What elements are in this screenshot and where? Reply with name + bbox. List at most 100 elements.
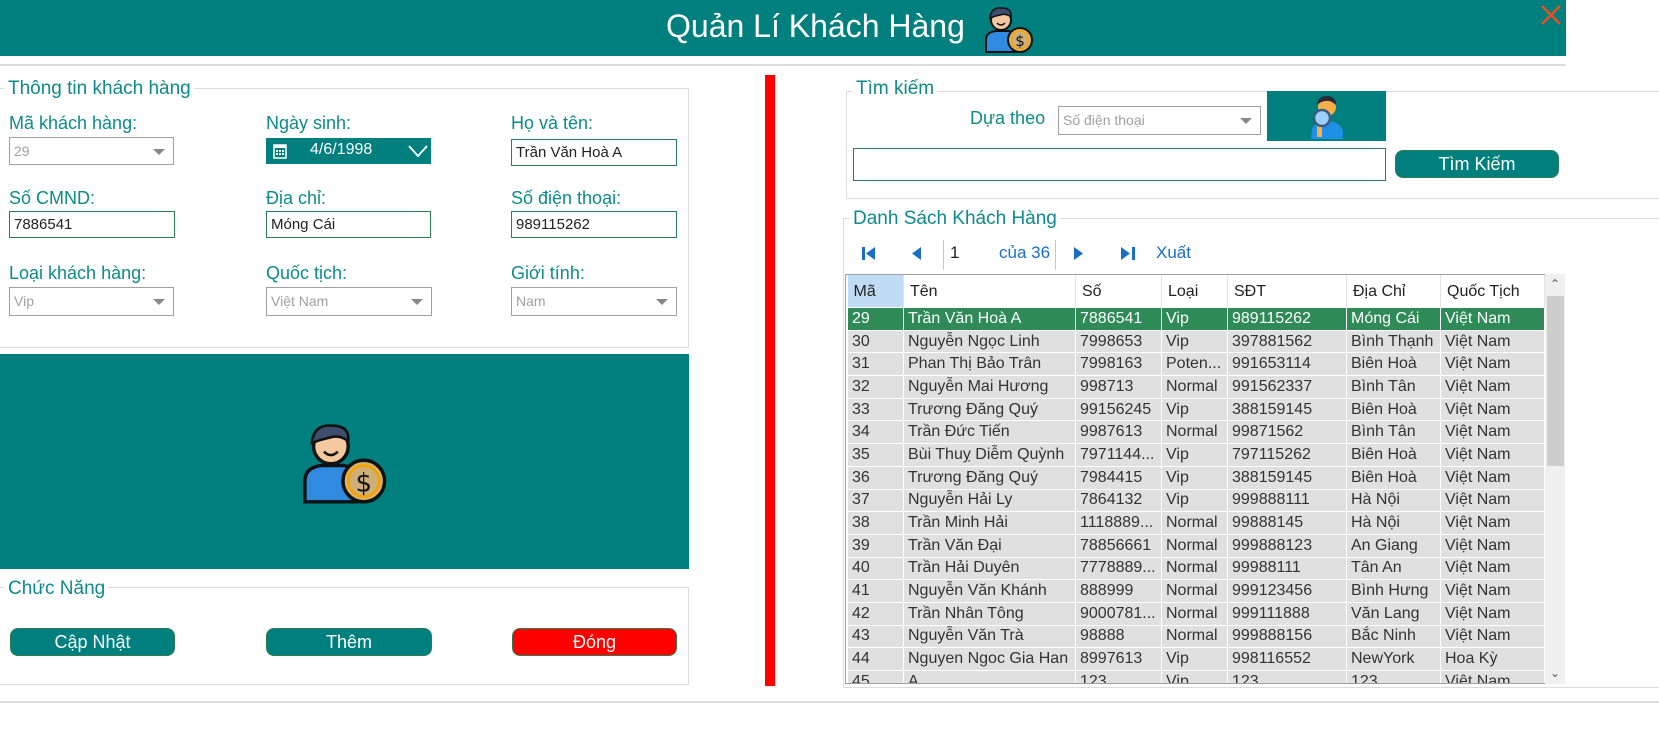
table-cell: 9000781...	[1075, 601, 1162, 626]
table-cell: 388159145	[1227, 397, 1347, 422]
table-vertical-scrollbar[interactable]: ⌃ ⌄	[1545, 274, 1565, 684]
table-cell: Normal	[1161, 556, 1228, 581]
table-cell: A	[903, 670, 1076, 683]
column-header[interactable]: Mã	[847, 275, 904, 308]
panel-divider	[765, 75, 775, 686]
pager-toolbar: 1 của 36 Xuất	[850, 240, 1210, 270]
table-cell: 7998653	[1075, 329, 1162, 354]
table-cell: Trần Văn Đại	[903, 533, 1076, 558]
previous-page-icon[interactable]	[912, 247, 921, 260]
table-cell: Việt Nam	[1440, 511, 1545, 535]
last-page-icon[interactable]	[1121, 247, 1135, 260]
table-cell: Trần Văn Hoà A	[903, 307, 1076, 331]
column-header[interactable]: SĐT	[1227, 275, 1347, 308]
table-cell: Việt Nam	[1440, 375, 1545, 399]
table-row[interactable]: 43 Nguyễn Văn Trà 98888 Normal 999888156 Bắc …	[847, 624, 1545, 649]
table-cell: Poten...	[1161, 352, 1228, 377]
table-header-row: Mã Tên Số Loại SĐT Địa Chỉ Quốc Tịch	[847, 275, 1545, 308]
table-cell: Việt Nam	[1440, 556, 1545, 581]
search-criteria-select[interactable]: Số điện thoại	[1058, 106, 1261, 135]
table-cell: Việt Nam	[1440, 307, 1545, 331]
table-cell: 123	[1075, 670, 1162, 683]
pager-separator	[1055, 240, 1056, 270]
table-cell: Vip	[1161, 465, 1228, 490]
table-row[interactable]: 31 Phan Thị Bảo Trân 7998163 Poten... 991653…	[847, 352, 1545, 377]
table-cell: Việt Nam	[1440, 397, 1545, 422]
table-row[interactable]: 40 Trần Hải Duyên 7778889... Normal 99988111…	[847, 556, 1545, 581]
table-row[interactable]: 29 Trần Văn Hoà A 7886541 Vip 989115262 Móng …	[847, 307, 1545, 331]
table-cell: Vip	[1161, 488, 1228, 513]
chevron-down-icon	[1240, 118, 1252, 124]
customer-id-value: 29	[14, 143, 30, 159]
column-header[interactable]: Quốc Tịch	[1440, 275, 1545, 308]
table-cell: 9987613	[1075, 420, 1162, 445]
table-cell: 7984415	[1075, 465, 1162, 490]
fullname-input[interactable]: Trần Văn Hoà A	[511, 139, 677, 166]
customer-data-grid: Mã Tên Số Loại SĐT Địa Chỉ Quốc Tịch 29 Trần Vă…	[847, 275, 1545, 683]
table-cell: Nguyễn Văn Khánh	[903, 579, 1076, 603]
table-cell: 44	[847, 647, 904, 671]
scroll-down-icon[interactable]: ⌄	[1548, 666, 1562, 680]
table-row[interactable]: 35 Bùi Thuỵ Diễm Quỳnh 7971144... Vip 797115…	[847, 443, 1545, 467]
table-cell: Tân An	[1346, 556, 1441, 581]
table-row[interactable]: 33 Trương Đăng Quý 99156245 Vip 388159145 Biê…	[847, 397, 1545, 422]
table-cell: Việt Nam	[1440, 488, 1545, 513]
id-card-input[interactable]: 7886541	[9, 211, 175, 238]
table-row[interactable]: 44 Nguyen Ngoc Gia Han 8997613 Vip 998116552…	[847, 647, 1545, 671]
column-header[interactable]: Loại	[1161, 275, 1228, 308]
first-page-icon[interactable]	[862, 247, 876, 260]
table-row[interactable]: 38 Trần Minh Hải 1118889... Normal 99888145 H…	[847, 511, 1545, 535]
search-legend: Tìm kiếm	[853, 78, 938, 100]
customer-banner: $	[0, 354, 689, 569]
svg-text:$: $	[356, 468, 373, 498]
nationality-select[interactable]: Việt Nam	[266, 287, 432, 316]
table-cell: Văn Lang	[1346, 601, 1441, 626]
search-button[interactable]: Tìm Kiếm	[1395, 150, 1559, 178]
table-row[interactable]: 41 Nguyễn Văn Khánh 888999 Normal 999123456 B…	[847, 579, 1545, 603]
next-page-icon[interactable]	[1074, 247, 1083, 260]
table-row[interactable]: 45 A 123 Vip 123 123 Việt Nam	[847, 670, 1545, 683]
table-cell: 397881562	[1227, 329, 1347, 354]
table-cell: Bình Hưng	[1346, 579, 1441, 603]
table-cell: Biên Hoà	[1346, 352, 1441, 377]
address-input[interactable]: Móng Cái	[266, 211, 431, 238]
table-row[interactable]: 37 Nguyễn Hải Ly 7864132 Vip 999888111 Hà Nội…	[847, 488, 1545, 513]
close-button[interactable]: Đóng	[512, 628, 677, 656]
customer-type-select[interactable]: Vip	[9, 287, 174, 316]
table-cell: 30	[847, 329, 904, 354]
add-button[interactable]: Thêm	[266, 628, 432, 656]
table-cell: 123	[1227, 670, 1347, 683]
scrollbar-thumb[interactable]	[1547, 296, 1564, 466]
customer-coin-icon: $	[985, 7, 1033, 53]
actions-legend: Chức Năng	[5, 578, 109, 600]
table-row[interactable]: 36 Trương Đăng Quý 7984415 Vip 388159145 Biên…	[847, 465, 1545, 490]
table-row[interactable]: 42 Trần Nhân Tông 9000781... Normal 99911188…	[847, 601, 1545, 626]
birthdate-picker[interactable]: 4/6/1998	[266, 138, 431, 164]
table-cell: An Giang	[1346, 533, 1441, 558]
table-cell: Vip	[1161, 329, 1228, 354]
current-page-input[interactable]: 1	[950, 243, 959, 263]
export-button[interactable]: Xuất	[1156, 243, 1191, 263]
birthdate-label: Ngày sinh:	[266, 113, 352, 133]
chevron-down-icon	[411, 299, 423, 305]
customer-id-select[interactable]: 29	[9, 137, 174, 165]
table-cell: 7971144...	[1075, 443, 1162, 467]
table-cell: Normal	[1161, 511, 1228, 535]
address-label: Địa chỉ:	[266, 188, 327, 208]
scroll-up-icon[interactable]: ⌃	[1548, 277, 1562, 291]
column-header[interactable]: Tên	[903, 275, 1076, 308]
table-row[interactable]: 32 Nguyễn Mai Hương 998713 Normal 991562337 B…	[847, 375, 1545, 399]
table-row[interactable]: 34 Trần Đức Tiến 9987613 Normal 99871562 Bình…	[847, 420, 1545, 445]
column-header[interactable]: Số	[1075, 275, 1162, 308]
search-input[interactable]	[853, 148, 1386, 181]
table-row[interactable]: 39 Trần Văn Đại 78856661 Normal 999888123 An …	[847, 533, 1545, 558]
calendar-icon	[273, 144, 287, 159]
update-button[interactable]: Cập Nhật	[10, 628, 175, 656]
table-cell: Bắc Ninh	[1346, 624, 1441, 649]
phone-input[interactable]: 989115262	[511, 211, 677, 238]
gender-select[interactable]: Nam	[511, 287, 677, 316]
close-icon[interactable]	[1539, 3, 1563, 27]
column-header[interactable]: Địa Chỉ	[1346, 275, 1441, 308]
table-cell: Bình Tân	[1346, 375, 1441, 399]
table-row[interactable]: 30 Nguyễn Ngọc Linh 7998653 Vip 397881562 Bìn…	[847, 329, 1545, 354]
